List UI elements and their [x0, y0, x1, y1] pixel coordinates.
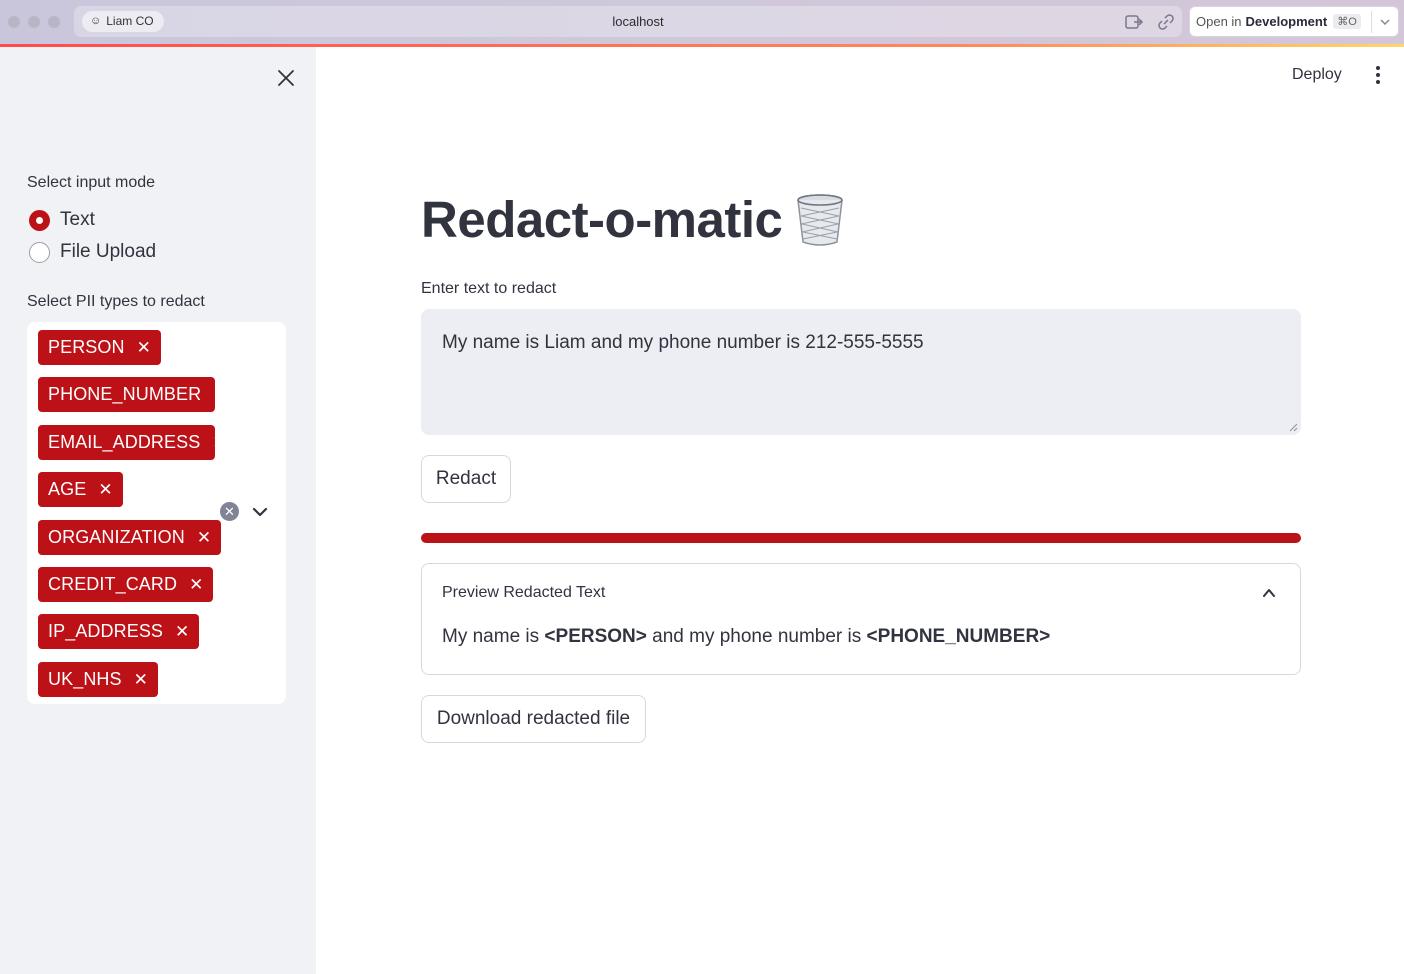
open-in-shortcut: ⌘O: [1333, 14, 1361, 29]
tag-label: PHONE_NUMBER: [48, 384, 202, 404]
profile-label: Liam CO: [106, 14, 154, 28]
radio-label-text: Text: [60, 209, 95, 230]
open-in-divider: [1371, 11, 1372, 33]
remove-tag-icon[interactable]: ✕: [175, 623, 189, 640]
pii-tag-ip-address: IP_ADDRESS ✕: [38, 614, 200, 649]
tag-label: UK_NHS: [48, 669, 122, 689]
open-in-target: Development: [1245, 14, 1328, 29]
radio-label-file-upload: File Upload: [60, 241, 157, 262]
tag-label: CREDIT_CARD: [48, 574, 178, 594]
chevron-up-icon[interactable]: [1262, 586, 1276, 600]
profile-chip[interactable]: ☺ Liam CO: [82, 11, 164, 32]
wastebasket-icon: [797, 193, 844, 246]
preview-segment: and my phone number is: [646, 626, 867, 647]
remove-tag-icon[interactable]: ✕: [197, 529, 211, 546]
main-menu-icon[interactable]: [1370, 64, 1386, 86]
redact-button[interactable]: Redact: [421, 455, 511, 503]
sidebar: Select input mode Text File Upload Selec…: [0, 47, 316, 974]
remove-tag-icon[interactable]: ✕: [98, 481, 112, 498]
pii-tag-credit-card: CREDIT_CARD ✕: [38, 567, 214, 602]
pii-tag-phone-number: PHONE_NUMBER ✕: [38, 377, 215, 412]
radio-option-text[interactable]: Text: [29, 209, 95, 231]
radio-unselected-icon[interactable]: [29, 241, 50, 263]
remove-tag-icon[interactable]: ✕: [189, 576, 203, 593]
chevron-down-icon[interactable]: [251, 504, 269, 520]
chevron-down-icon[interactable]: [1378, 13, 1392, 31]
redact-text-area[interactable]: My name is Liam and my phone number is 2…: [421, 309, 1301, 435]
pii-tag-person: PERSON ✕: [38, 330, 161, 365]
radio-selected-icon[interactable]: [29, 209, 50, 231]
radio-option-file-upload[interactable]: File Upload: [29, 241, 156, 263]
tag-label: IP_ADDRESS: [48, 621, 164, 641]
preview-segment: My name is: [442, 626, 545, 647]
deploy-button[interactable]: Deploy: [1292, 66, 1342, 84]
browser-toolbar: ☺ Liam CO localhost Open in Development …: [0, 0, 1404, 44]
pii-tag-email-address: EMAIL_ADDRESS ✕: [38, 425, 215, 460]
text-area-value: My name is Liam and my phone number is 2…: [442, 332, 924, 353]
link-icon[interactable]: [1156, 12, 1176, 32]
window-zoom-dot[interactable]: [48, 16, 60, 28]
open-in-prefix: Open in: [1196, 14, 1242, 29]
open-external-icon[interactable]: [1124, 12, 1144, 32]
pii-tag-uk-nhs: UK_NHS ✕: [38, 662, 158, 697]
tag-label: PERSON: [48, 337, 125, 357]
preview-expander[interactable]: Preview Redacted Text My name is <PERSON…: [421, 563, 1301, 675]
pii-tag-age: AGE ✕: [38, 472, 123, 507]
pii-types-label: Select PII types to redact: [27, 293, 205, 310]
text-input-label: Enter text to redact: [421, 280, 557, 297]
tag-label: AGE: [48, 479, 87, 499]
progress-bar: [421, 533, 1301, 543]
page-title: Redact-o-matic: [421, 191, 783, 248]
profile-smile-icon: ☺: [90, 15, 102, 27]
resize-handle-icon[interactable]: [1289, 423, 1298, 432]
redacted-token: <PHONE_NUMBER>: [866, 626, 1051, 647]
window-minimize-dot[interactable]: [28, 16, 40, 28]
download-redacted-file-button[interactable]: Download redacted file: [421, 695, 646, 743]
progress-fill: [421, 533, 1301, 543]
window-close-dot[interactable]: [8, 16, 20, 28]
url-text[interactable]: localhost: [560, 14, 716, 29]
tag-label: EMAIL_ADDRESS: [48, 432, 201, 452]
page-title-row: Redact-o-matic: [421, 190, 846, 249]
input-mode-label: Select input mode: [27, 174, 156, 191]
remove-tag-icon[interactable]: ✕: [212, 434, 215, 451]
remove-tag-icon[interactable]: ✕: [134, 671, 148, 688]
preview-header[interactable]: Preview Redacted Text: [442, 584, 605, 602]
open-in-button[interactable]: Open in Development ⌘O: [1189, 6, 1399, 37]
remove-tag-icon[interactable]: ✕: [137, 339, 151, 356]
remove-tag-icon[interactable]: ✕: [213, 386, 215, 403]
redacted-token: <PERSON>: [544, 626, 647, 647]
preview-redacted-text: My name is <PERSON> and my phone number …: [442, 626, 1050, 648]
tag-label: ORGANIZATION: [48, 527, 185, 547]
clear-all-icon[interactable]: ✕: [220, 502, 239, 521]
close-sidebar-icon[interactable]: [275, 67, 297, 89]
pii-multiselect[interactable]: PERSON ✕ PHONE_NUMBER ✕ EMAIL_ADDRESS ✕ …: [27, 322, 286, 704]
pii-tag-organization: ORGANIZATION ✕: [38, 520, 222, 555]
